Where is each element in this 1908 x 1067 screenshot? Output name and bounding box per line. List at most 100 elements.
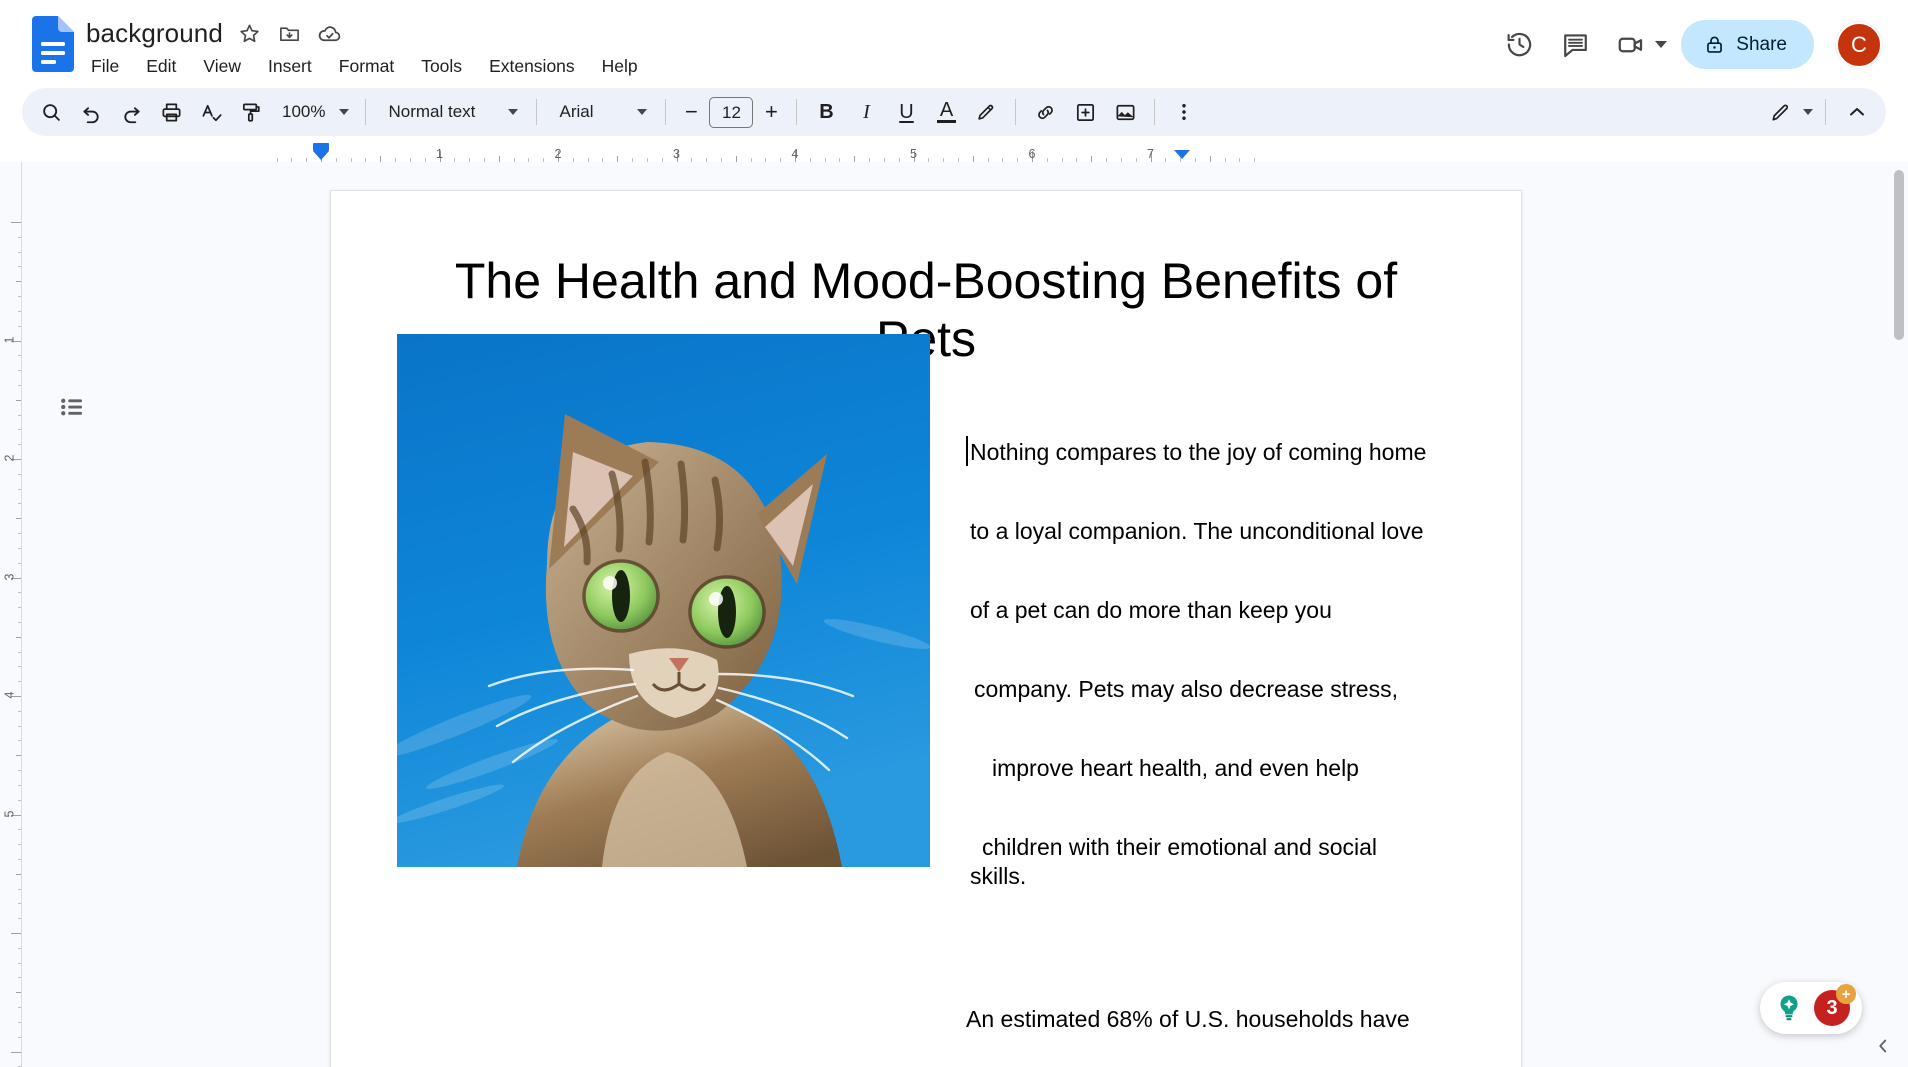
insert-link-icon[interactable] bbox=[1026, 93, 1064, 131]
explore-and-notifications[interactable]: 3 + bbox=[1760, 982, 1862, 1034]
toolbar-divider bbox=[536, 99, 537, 125]
comment-history-icon[interactable] bbox=[1551, 21, 1599, 69]
spellcheck-icon[interactable] bbox=[192, 93, 230, 131]
paragraph-line: to a loyal companion. The unconditional … bbox=[970, 520, 1424, 543]
cat-photo[interactable] bbox=[397, 334, 930, 867]
paragraph-line: Nothing compares to the joy of coming ho… bbox=[970, 441, 1426, 464]
toolbar-divider bbox=[1154, 99, 1155, 125]
next-paragraph: An estimated 68% of U.S. households have bbox=[966, 1006, 1526, 1033]
notification-count-badge[interactable]: 3 + bbox=[1814, 990, 1850, 1026]
main-toolbar: 100% Normal text Arial − 12 + B I U A bbox=[22, 88, 1886, 136]
toolbar-divider bbox=[1015, 99, 1016, 125]
menu-item-insert[interactable]: Insert bbox=[265, 54, 315, 79]
undo-icon[interactable] bbox=[72, 93, 110, 131]
paragraph-style-select[interactable]: Normal text bbox=[376, 94, 526, 130]
header-actions: Share C bbox=[1495, 20, 1890, 69]
paint-format-icon[interactable] bbox=[232, 93, 270, 131]
ruler-label: 5 bbox=[910, 147, 917, 161]
page-title[interactable]: background bbox=[86, 18, 223, 49]
menu-item-extensions[interactable]: Extensions bbox=[486, 54, 578, 79]
title-and-menu: background File Edit bbox=[86, 16, 641, 79]
zoom-level-control[interactable]: 100% bbox=[272, 94, 355, 130]
version-history-icon[interactable] bbox=[1495, 21, 1543, 69]
toolbar-divider bbox=[796, 99, 797, 125]
ruler-label: 6 bbox=[1029, 147, 1036, 161]
text-color-button[interactable]: A bbox=[927, 93, 965, 131]
meet-dropdown-caret-icon[interactable] bbox=[1655, 41, 1667, 48]
lock-icon bbox=[1704, 34, 1725, 55]
gemini-bulb-icon[interactable] bbox=[1772, 991, 1806, 1025]
paragraph-line: of a pet can do more than keep you bbox=[970, 599, 1332, 622]
text-color-swatch bbox=[937, 120, 956, 124]
docs-logo-icon[interactable] bbox=[32, 16, 74, 72]
bold-button[interactable]: B bbox=[807, 93, 845, 131]
app-header: background File Edit bbox=[0, 0, 1908, 88]
meet-group bbox=[1607, 21, 1667, 69]
menu-item-view[interactable]: View bbox=[200, 54, 244, 79]
cloud-saved-icon[interactable] bbox=[317, 20, 343, 46]
chevron-down-icon bbox=[637, 109, 647, 115]
notification-count: 3 bbox=[1826, 997, 1837, 1020]
insert-image-icon[interactable] bbox=[1106, 93, 1144, 131]
menu-item-edit[interactable]: Edit bbox=[143, 54, 179, 79]
title-row: background bbox=[86, 16, 641, 50]
underline-button[interactable]: U bbox=[887, 93, 925, 131]
ruler-ticks: 1 2 3 4 5 6 7 bbox=[0, 149, 1908, 162]
ruler-label: 3 bbox=[673, 147, 680, 161]
paragraph-style-value: Normal text bbox=[388, 102, 475, 122]
font-family-select[interactable]: Arial bbox=[547, 94, 655, 130]
decrease-font-size-button[interactable]: − bbox=[676, 97, 706, 127]
avatar[interactable]: C bbox=[1836, 22, 1882, 68]
meet-camera-icon[interactable] bbox=[1607, 21, 1655, 69]
chevron-left-icon[interactable] bbox=[1868, 1031, 1898, 1061]
document-canvas: 12345 The Health and Mood-Boosting Benef… bbox=[0, 162, 1908, 1067]
notification-plus-badge: + bbox=[1836, 984, 1856, 1004]
ruler-label: 5 bbox=[3, 810, 17, 817]
editing-mode-caret-icon[interactable] bbox=[1803, 109, 1813, 115]
menu-item-tools[interactable]: Tools bbox=[418, 54, 465, 79]
toolbar-divider bbox=[665, 99, 666, 125]
right-indent-marker[interactable] bbox=[1174, 150, 1190, 159]
text-color-label: A bbox=[940, 101, 953, 119]
more-options-icon[interactable] bbox=[1165, 93, 1203, 131]
add-comment-icon[interactable] bbox=[1066, 93, 1104, 131]
chevron-up-icon[interactable] bbox=[1838, 93, 1876, 131]
menu-item-file[interactable]: File bbox=[88, 54, 122, 79]
document-outline-icon[interactable] bbox=[52, 387, 92, 427]
ruler-label: 1 bbox=[436, 147, 443, 161]
paragraph-line: improve heart health, and even help bbox=[992, 757, 1359, 780]
vertical-scrollbar[interactable] bbox=[1894, 170, 1904, 340]
redo-icon[interactable] bbox=[112, 93, 150, 131]
font-family-value: Arial bbox=[559, 102, 593, 122]
print-icon[interactable] bbox=[152, 93, 190, 131]
text-cursor bbox=[966, 436, 968, 466]
ruler-label: 2 bbox=[555, 147, 562, 161]
increase-font-size-button[interactable]: + bbox=[756, 97, 786, 127]
menu-bar: File Edit View Insert Format Tools Exten… bbox=[86, 54, 641, 79]
highlight-pen-icon[interactable] bbox=[967, 93, 1005, 131]
ruler-label: 7 bbox=[1147, 147, 1154, 161]
font-size-stepper: − 12 + bbox=[676, 97, 786, 128]
zoom-value: 100% bbox=[282, 102, 325, 122]
paragraph-line: company. Pets may also decrease stress, bbox=[974, 678, 1398, 701]
paragraph-line: children with their emotional and social bbox=[982, 836, 1377, 859]
ruler-label: 1 bbox=[3, 336, 17, 343]
horizontal-ruler[interactable]: 1 2 3 4 5 6 7 bbox=[0, 140, 1908, 162]
share-button[interactable]: Share bbox=[1681, 20, 1814, 69]
font-size-input[interactable]: 12 bbox=[709, 97, 753, 128]
ruler-label: 4 bbox=[792, 147, 799, 161]
first-line-indent-marker[interactable] bbox=[313, 151, 329, 160]
menu-item-format[interactable]: Format bbox=[336, 54, 397, 79]
italic-button[interactable]: I bbox=[847, 93, 885, 131]
document-page[interactable]: The Health and Mood-Boosting Benefits of… bbox=[330, 190, 1522, 1067]
chevron-down-icon bbox=[339, 109, 349, 115]
star-icon[interactable] bbox=[237, 20, 263, 46]
menu-item-help[interactable]: Help bbox=[599, 54, 641, 79]
edit-pencil-icon[interactable] bbox=[1761, 93, 1799, 131]
move-to-folder-icon[interactable] bbox=[277, 20, 303, 46]
left-indent-marker[interactable] bbox=[313, 143, 329, 151]
search-icon[interactable] bbox=[32, 93, 70, 131]
toolbar-divider bbox=[365, 99, 366, 125]
share-label: Share bbox=[1736, 34, 1787, 56]
vertical-ruler[interactable]: 12345 bbox=[0, 162, 22, 1067]
